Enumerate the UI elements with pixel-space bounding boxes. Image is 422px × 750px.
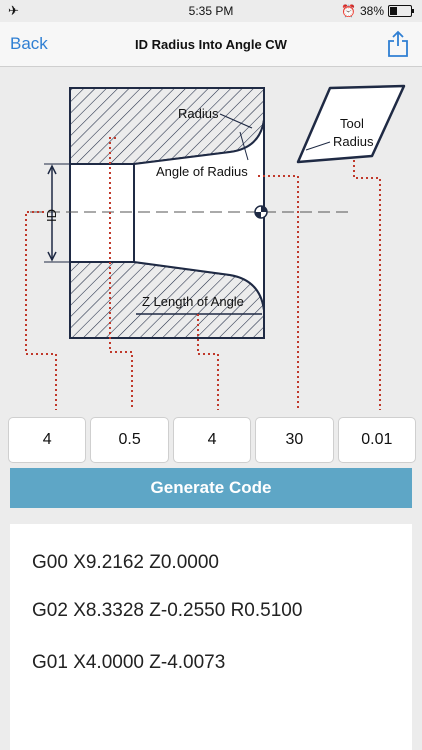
z-length-label: Z Length of Angle: [142, 294, 244, 309]
tool-insert: Tool Radius: [296, 84, 406, 164]
alarm-icon: ⏰: [341, 4, 356, 18]
radius-label: Radius: [178, 106, 219, 121]
gcode-line: G02 X8.3328 Z-0.2550 R0.5100: [32, 600, 303, 621]
gcode-output: G00 X9.2162 Z0.0000 G02 X8.3328 Z-0.2550…: [10, 524, 412, 750]
tool-label-line2: Radius: [333, 134, 374, 149]
page-title: ID Radius Into Angle CW: [135, 37, 287, 52]
generate-code-button[interactable]: Generate Code: [10, 468, 412, 508]
gcode-line: G00 X9.2162 Z0.0000: [32, 552, 219, 573]
part-diagram: ID Radius Angle of Radius Z Length of An…: [25, 84, 406, 410]
z-length-input[interactable]: 4: [172, 417, 252, 463]
parameter-inputs: 4 0.5 4 30 0.01: [8, 417, 417, 463]
radius-input[interactable]: 0.5: [90, 417, 169, 463]
angle-of-radius-label: Angle of Radius: [156, 164, 248, 179]
id-input[interactable]: 4: [8, 417, 87, 463]
tool-label-line1: Tool: [340, 116, 364, 131]
status-bar: ✈ 5:35 PM ⏰ 38%: [0, 0, 422, 22]
share-icon[interactable]: [386, 30, 410, 58]
battery-icon: [388, 5, 414, 17]
id-label: ID: [44, 209, 59, 222]
battery-percent: 38%: [359, 4, 384, 18]
angle-input[interactable]: 30: [255, 417, 334, 463]
navigation-bar: Back ID Radius Into Angle CW: [0, 22, 422, 67]
gcode-line: G01 X4.0000 Z-4.0073: [32, 652, 226, 673]
tool-radius-input[interactable]: 0.01: [337, 417, 417, 463]
